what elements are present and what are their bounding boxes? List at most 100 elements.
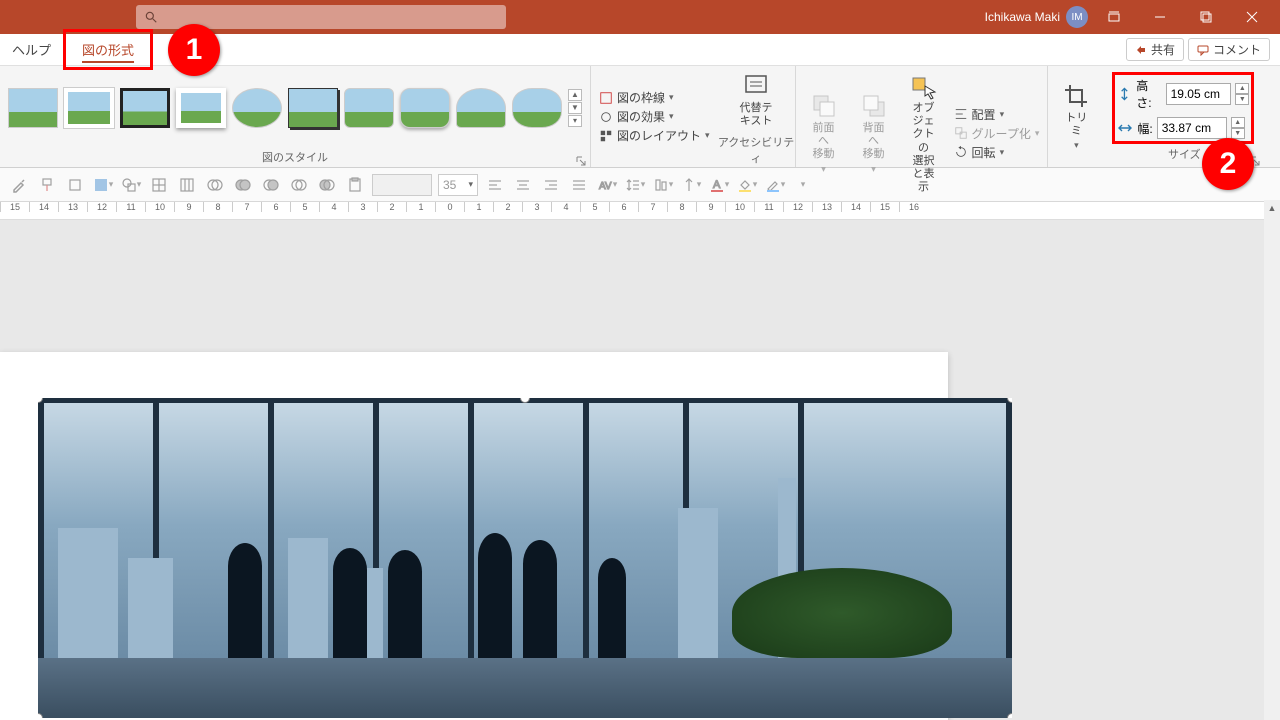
style-gallery-scroll[interactable]: ▲ ▼ ▾ bbox=[568, 89, 582, 127]
close-button[interactable] bbox=[1232, 0, 1272, 34]
merge-intersect-icon[interactable] bbox=[288, 174, 310, 196]
picture-style-thumb[interactable] bbox=[8, 88, 58, 128]
chevron-down-icon: ▾ bbox=[705, 130, 710, 141]
ruler-tick: 9 bbox=[174, 202, 203, 212]
outline-color-icon[interactable]: ▾ bbox=[764, 174, 786, 196]
ribbon-display-button[interactable] bbox=[1094, 0, 1134, 34]
callout-box-2: 高さ: 19.05 cm ▲▼ 幅: 33.87 cm ▲▼ bbox=[1112, 72, 1254, 144]
fill-color-icon[interactable]: ▾ bbox=[736, 174, 758, 196]
height-spinner[interactable]: ▲▼ bbox=[1235, 83, 1249, 105]
character-spacing-icon[interactable]: AV▾ bbox=[596, 174, 618, 196]
ruler-tick: 0 bbox=[435, 202, 464, 212]
picture-style-thumb[interactable] bbox=[400, 88, 450, 128]
horizontal-ruler: 1514131211109876543210123456789101112131… bbox=[0, 202, 1280, 220]
chevron-down-icon[interactable]: ▼ bbox=[568, 102, 582, 114]
table-icon[interactable] bbox=[148, 174, 170, 196]
callout-2: 2 bbox=[1202, 138, 1254, 190]
send-backward-button[interactable]: 背面へ 移動▾ bbox=[854, 90, 894, 176]
ruler-tick: 11 bbox=[754, 202, 783, 212]
ruler-tick: 14 bbox=[29, 202, 58, 212]
eyedropper-icon[interactable] bbox=[8, 174, 30, 196]
width-input[interactable]: 33.87 cm bbox=[1157, 117, 1227, 139]
ruler-tick: 6 bbox=[261, 202, 290, 212]
merge-combine-icon[interactable] bbox=[260, 174, 282, 196]
share-button[interactable]: 共有 bbox=[1126, 38, 1184, 61]
picture-layout-button[interactable]: 図のレイアウト▾ bbox=[599, 127, 710, 144]
align-center-icon[interactable] bbox=[512, 174, 534, 196]
picture-style-thumb[interactable] bbox=[456, 88, 506, 128]
merge-back-icon[interactable] bbox=[204, 174, 226, 196]
picture-style-thumb[interactable] bbox=[176, 88, 226, 128]
ribbon: ▲ ▼ ▾ 図のスタイル 図の枠線▾ 図の効果▾ 図のレイアウト▾ 代替テ キス… bbox=[0, 66, 1280, 168]
merge-union-icon[interactable] bbox=[232, 174, 254, 196]
ruler-tick: 12 bbox=[783, 202, 812, 212]
bring-forward-button[interactable]: 前面へ 移動▾ bbox=[804, 90, 844, 176]
align-button[interactable]: 配置▾ bbox=[954, 106, 1040, 123]
alt-text-button[interactable]: 代替テ キスト bbox=[734, 70, 779, 130]
maximize-button[interactable] bbox=[1186, 0, 1226, 34]
font-family-selector[interactable] bbox=[372, 174, 432, 196]
picture-style-thumb[interactable] bbox=[344, 88, 394, 128]
dialog-launcher[interactable] bbox=[576, 153, 588, 165]
ruler-tick: 7 bbox=[232, 202, 261, 212]
crop-icon bbox=[1062, 82, 1090, 110]
ruler-tick: 1 bbox=[406, 202, 435, 212]
picture-effects-button[interactable]: 図の効果▾ bbox=[599, 108, 710, 125]
picture-style-thumb[interactable] bbox=[64, 88, 114, 128]
svg-text:A: A bbox=[713, 179, 721, 191]
group-arrange: 前面へ 移動▾ 背面へ 移動▾ オブジェクトの 選択と表示 配置▾ グループ化▾… bbox=[796, 66, 1049, 167]
slide-canvas[interactable] bbox=[0, 220, 1264, 720]
ruler-tick: 15 bbox=[870, 202, 899, 212]
new-slide-icon[interactable] bbox=[64, 174, 86, 196]
vertical-scrollbar[interactable]: ▲ bbox=[1264, 200, 1280, 720]
picture-style-thumb[interactable] bbox=[120, 88, 170, 128]
picture-style-thumb[interactable] bbox=[512, 88, 562, 128]
tab-picture-format[interactable]: 図の形式 bbox=[70, 34, 146, 65]
comment-button[interactable]: コメント bbox=[1188, 38, 1270, 61]
ruler-tick: 4 bbox=[319, 202, 348, 212]
resize-handle-se[interactable] bbox=[1007, 713, 1012, 718]
format-painter-icon[interactable] bbox=[36, 174, 58, 196]
picture-style-thumb[interactable] bbox=[288, 88, 338, 128]
chevron-up-icon[interactable]: ▲ bbox=[568, 89, 582, 101]
ruler-tick: 3 bbox=[522, 202, 551, 212]
avatar[interactable]: IM bbox=[1066, 6, 1088, 28]
delete-column-icon[interactable] bbox=[176, 174, 198, 196]
width-icon bbox=[1117, 120, 1133, 136]
tab-help[interactable]: ヘルプ bbox=[0, 34, 63, 65]
more-icon[interactable]: ▾ bbox=[568, 115, 582, 127]
picture-content bbox=[38, 398, 1012, 718]
alt-text-icon bbox=[742, 72, 770, 100]
rotate-button[interactable]: 回転▾ bbox=[954, 144, 1040, 161]
scroll-up-icon[interactable]: ▲ bbox=[1264, 200, 1280, 216]
line-spacing-icon[interactable]: ▾ bbox=[624, 174, 646, 196]
picture-border-button[interactable]: 図の枠線▾ bbox=[599, 89, 710, 106]
group-crop: トリミ▾ bbox=[1048, 66, 1104, 167]
selected-picture[interactable] bbox=[38, 398, 1012, 718]
selection-pane-button[interactable]: オブジェクトの 選択と表示 bbox=[904, 70, 944, 196]
align-justify-icon[interactable] bbox=[568, 174, 590, 196]
height-input[interactable]: 19.05 cm bbox=[1166, 83, 1232, 105]
align-objects-icon[interactable]: ▾ bbox=[652, 174, 674, 196]
group-button[interactable]: グループ化▾ bbox=[954, 125, 1040, 142]
ruler-tick: 10 bbox=[145, 202, 174, 212]
crop-button[interactable]: トリミ▾ bbox=[1056, 80, 1096, 153]
minimize-button[interactable] bbox=[1140, 0, 1180, 34]
distribute-icon[interactable]: ▾ bbox=[680, 174, 702, 196]
align-right-icon[interactable] bbox=[540, 174, 562, 196]
shapes-icon[interactable]: ▾ bbox=[120, 174, 142, 196]
font-color-icon[interactable]: A▾ bbox=[708, 174, 730, 196]
paste-from-icon[interactable] bbox=[344, 174, 366, 196]
picture-style-thumb[interactable] bbox=[232, 88, 282, 128]
chevron-down-icon: ▾ bbox=[669, 111, 674, 122]
merge-subtract-icon[interactable] bbox=[316, 174, 338, 196]
share-icon bbox=[1135, 44, 1147, 56]
ruler-tick: 14 bbox=[841, 202, 870, 212]
more-commands-icon[interactable]: ▾ bbox=[792, 174, 814, 196]
align-left-icon[interactable] bbox=[484, 174, 506, 196]
font-size-selector[interactable]: 35▾ bbox=[438, 174, 478, 196]
shape-outline-icon[interactable]: ▾ bbox=[92, 174, 114, 196]
ruler-tick: 5 bbox=[580, 202, 609, 212]
group-picture-format-options: 図の枠線▾ 図の効果▾ 図のレイアウト▾ bbox=[591, 66, 718, 167]
width-spinner[interactable]: ▲▼ bbox=[1231, 117, 1245, 139]
